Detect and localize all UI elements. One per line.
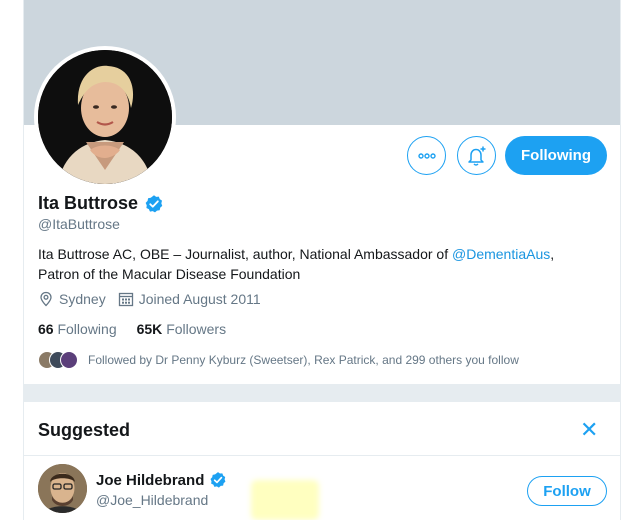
location-text: Sydney — [59, 291, 106, 307]
verified-badge-icon — [210, 472, 226, 488]
mutual-avatars — [38, 350, 80, 370]
following-count-link[interactable]: 66 Following — [38, 321, 117, 337]
following-count: 66 — [38, 321, 54, 337]
profile-name: Ita Buttrose — [38, 193, 139, 213]
suggested-title: Suggested — [38, 420, 131, 440]
suggested-user-name-row[interactable]: Joe Hildebrand — [96, 471, 227, 489]
profile-meta: Sydney Joined August 2011 — [38, 291, 273, 307]
profile-name-row: Ita Buttrose — [38, 193, 164, 214]
section-divider — [24, 384, 620, 402]
suggested-user-handle: @Joe_Hildebrand — [96, 492, 209, 508]
close-suggested-button[interactable]: ✕ — [580, 419, 598, 441]
follow-button[interactable]: Follow — [527, 476, 607, 506]
join-date-text: Joined August 2011 — [138, 291, 261, 307]
bio-text-suffix: , — [550, 246, 555, 262]
profile-card: Following Ita Buttrose @ItaButtrose Ita … — [23, 0, 621, 520]
more-dots-icon — [417, 152, 436, 159]
profile-bio: Ita Buttrose AC, OBE – Journalist, autho… — [38, 244, 598, 284]
mutual-avatar — [60, 351, 78, 369]
more-options-button[interactable] — [407, 136, 446, 175]
suggested-user-name: Joe Hildebrand — [96, 471, 205, 489]
followed-by-text: Followed by Dr Penny Kyburz (Sweetser), … — [88, 353, 519, 367]
bio-mention-link[interactable]: @DementiaAus — [452, 246, 550, 262]
avatar-photo — [38, 50, 172, 184]
suggested-divider — [24, 455, 620, 456]
followers-count-label: Followers — [166, 321, 227, 337]
bio-text: Ita Buttrose AC, OBE – Journalist, autho… — [38, 246, 452, 262]
notifications-button[interactable] — [457, 136, 496, 175]
profile-counts: 66 Following 65K Followers — [38, 321, 246, 337]
following-count-label: Following — [57, 321, 117, 337]
profile-avatar[interactable] — [34, 46, 176, 188]
location-pin-icon — [40, 291, 52, 307]
bell-plus-icon — [467, 146, 485, 166]
following-button[interactable]: Following — [505, 136, 607, 175]
verified-badge-icon — [145, 194, 163, 212]
location: Sydney — [38, 291, 106, 307]
followers-count-link[interactable]: 65K Followers — [137, 321, 226, 337]
followers-count: 65K — [136, 321, 163, 337]
join-date: Joined August 2011 — [118, 291, 261, 307]
suggested-user-avatar[interactable] — [38, 464, 87, 513]
profile-handle: @ItaButtrose — [38, 216, 120, 232]
calendar-icon — [118, 292, 133, 307]
followed-by-row[interactable]: Followed by Dr Penny Kyburz (Sweetser), … — [38, 350, 519, 370]
bio-text-line2: Patron of the Macular Disease Foundation — [38, 266, 301, 282]
highlight-mark — [251, 480, 319, 520]
